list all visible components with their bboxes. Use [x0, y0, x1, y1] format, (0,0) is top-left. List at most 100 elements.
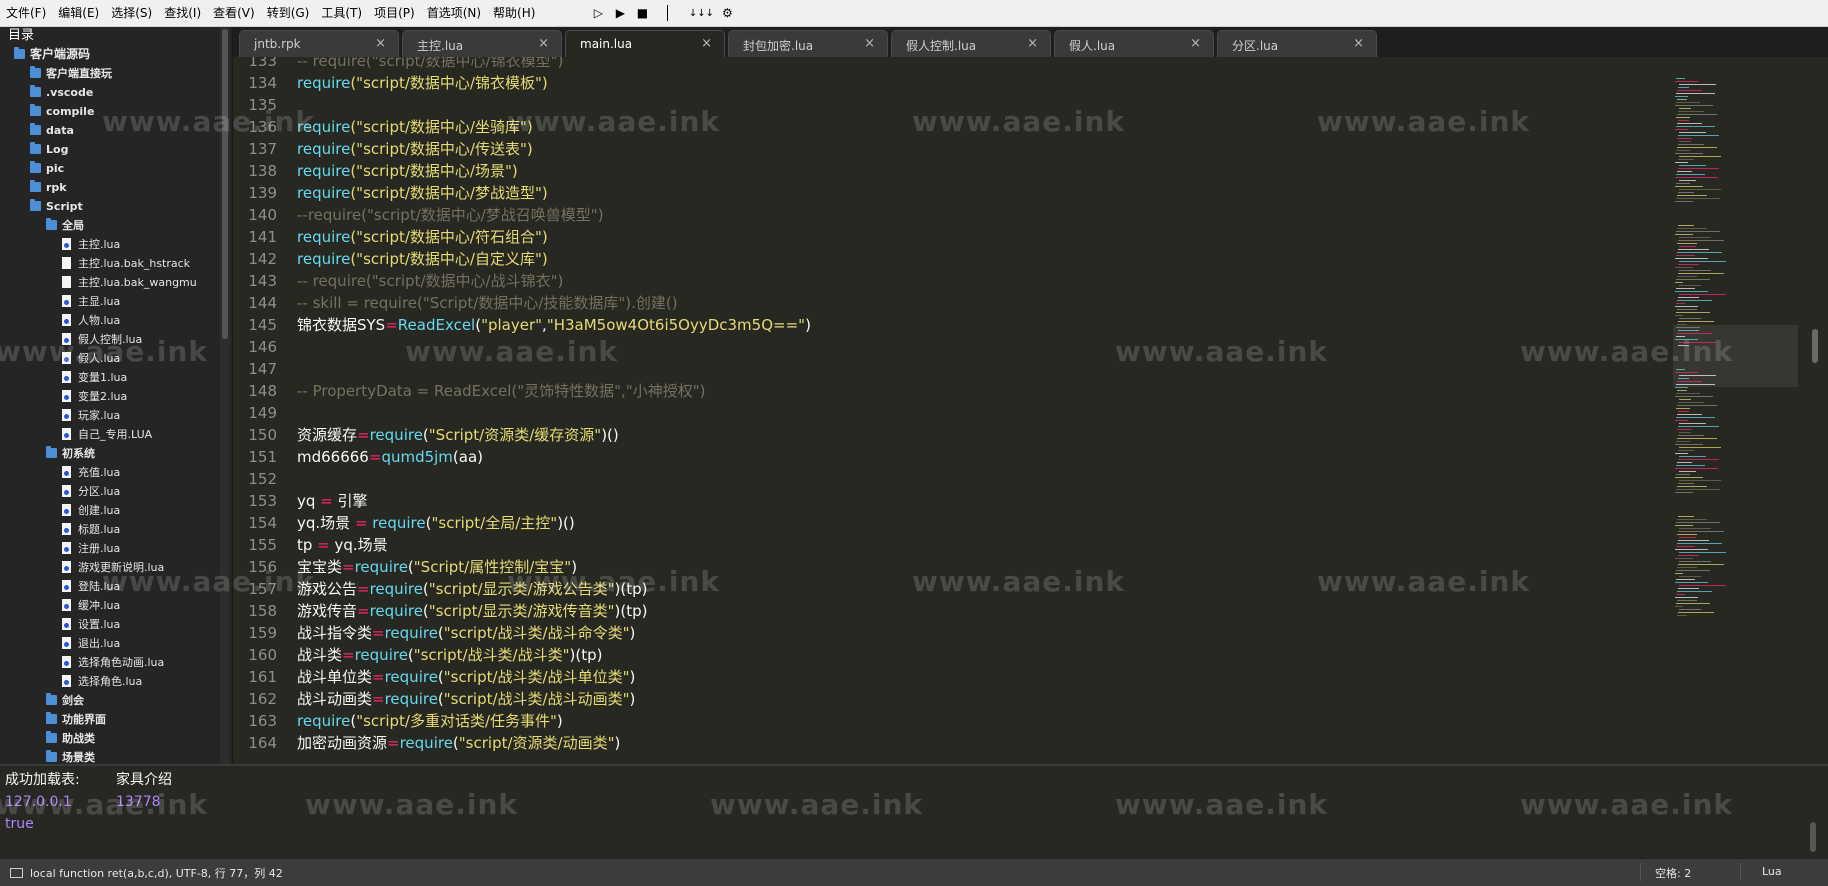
tree-folder[interactable]: 初系统	[0, 444, 232, 463]
menu-edit[interactable]: 编辑(E)	[52, 0, 105, 26]
tree-folder[interactable]: 全局	[0, 216, 232, 235]
code-line[interactable]: 151 md66666=qumd5jm(aa)	[233, 446, 1653, 468]
tree-folder[interactable]: 客户端直接玩	[0, 64, 232, 83]
tree-file[interactable]: 主控.lua.bak_hstrack	[0, 254, 232, 273]
tree-folder[interactable]: .vscode	[0, 83, 232, 102]
code-line[interactable]: 153 yq = 引擎	[233, 490, 1653, 512]
tree-folder[interactable]: data	[0, 121, 232, 140]
tree-file[interactable]: 人物.lua	[0, 311, 232, 330]
code-line[interactable]: 135	[233, 94, 1653, 116]
menu-select[interactable]: 选择(S)	[105, 0, 158, 26]
tree-file[interactable]: 选择角色动画.lua	[0, 653, 232, 672]
indentation-setting[interactable]: 空格: 2	[1655, 865, 1691, 881]
editor-tab[interactable]: main.lua ×	[565, 30, 725, 57]
run-icon[interactable]: ▷	[587, 6, 609, 20]
code-line[interactable]: 154 yq.场景 = require("script/全局/主控")()	[233, 512, 1653, 534]
tree-folder[interactable]: 剑会	[0, 691, 232, 710]
code-line[interactable]: 141 require("script/数据中心/符石组合")	[233, 226, 1653, 248]
code-line[interactable]: 143 -- require("script/数据中心/战斗锦衣")	[233, 270, 1653, 292]
close-icon[interactable]: ×	[1190, 36, 1201, 51]
panel-toggle-icon[interactable]	[10, 868, 23, 878]
syntax-setting[interactable]: Lua	[1762, 865, 1782, 878]
code-line[interactable]: 157 游戏公告=require("script/显示类/游戏公告类")(tp)	[233, 578, 1653, 600]
code-line[interactable]: 148 -- PropertyData = ReadExcel("灵饰特性数据",…	[233, 380, 1653, 402]
code-line[interactable]: 159 战斗指令类=require("script/战斗类/战斗命令类")	[233, 622, 1653, 644]
code-line[interactable]: 152	[233, 468, 1653, 490]
menu-view[interactable]: 查看(V)	[207, 0, 261, 26]
code-line[interactable]: 147	[233, 358, 1653, 380]
code-line[interactable]: 164 加密动画资源=require("script/资源类/动画类")	[233, 732, 1653, 754]
tree-file[interactable]: 假人控制.lua	[0, 330, 232, 349]
tree-file[interactable]: 设置.lua	[0, 615, 232, 634]
tree-file[interactable]: 变量2.lua	[0, 387, 232, 406]
code-line[interactable]: 134 require("script/数据中心/锦衣模板")	[233, 72, 1653, 94]
menu-preferences[interactable]: 首选项(N)	[421, 0, 487, 26]
tree-file[interactable]: 充值.lua	[0, 463, 232, 482]
tree-file[interactable]: 标题.lua	[0, 520, 232, 539]
tree-file[interactable]: 主显.lua	[0, 292, 232, 311]
code-line[interactable]: 155 tp = yq.场景	[233, 534, 1653, 556]
close-icon[interactable]: ×	[375, 36, 386, 51]
run-filled-icon[interactable]: ▶	[609, 6, 631, 20]
tree-folder[interactable]: 助战类	[0, 729, 232, 748]
code-line[interactable]: 161 战斗单位类=require("script/战斗类/战斗单位类")	[233, 666, 1653, 688]
minimap[interactable]	[1673, 57, 1793, 764]
code-line[interactable]: 150 资源缓存=require("Script/资源类/缓存资源")()	[233, 424, 1653, 446]
code-line[interactable]: 163 require("script/多重对话类/任务事件")	[233, 710, 1653, 732]
tree-folder[interactable]: Log	[0, 140, 232, 159]
code-line[interactable]: 156 宝宝类=require("Script/属性控制/宝宝")	[233, 556, 1653, 578]
code-line[interactable]: 140 --require("script/数据中心/梦战召唤兽模型")	[233, 204, 1653, 226]
code-line[interactable]: 139 require("script/数据中心/梦战造型")	[233, 182, 1653, 204]
code-line[interactable]: 158 游戏传音=require("script/显示类/游戏传音类")(tp)	[233, 600, 1653, 622]
code-editor[interactable]: 133 -- require("script/数据中心/锦衣模型") 134 requ…	[233, 57, 1828, 764]
code-line[interactable]: 145 锦衣数据SYS=ReadExcel("player","H3aM5ow4O…	[233, 314, 1653, 336]
tree-file[interactable]: 退出.lua	[0, 634, 232, 653]
tree-folder[interactable]: compile	[0, 102, 232, 121]
menu-find[interactable]: 查找(I)	[158, 0, 207, 26]
tree-file[interactable]: 缓冲.lua	[0, 596, 232, 615]
code-line[interactable]: 133 -- require("script/数据中心/锦衣模型")	[233, 57, 1653, 72]
close-icon[interactable]: ×	[538, 36, 549, 51]
tree-file[interactable]: 分区.lua	[0, 482, 232, 501]
editor-tab[interactable]: 假人控制.lua ×	[891, 30, 1051, 57]
tree-file[interactable]: 注册.lua	[0, 539, 232, 558]
tree-file[interactable]: 登陆.lua	[0, 577, 232, 596]
editor-scrollbar[interactable]	[1809, 57, 1821, 764]
step-icon[interactable]: ↓↓↓	[686, 8, 716, 19]
console-scrollbar[interactable]	[1810, 822, 1816, 852]
tree-file[interactable]: 主控.lua	[0, 235, 232, 254]
code-line[interactable]: 146	[233, 336, 1653, 358]
tree-folder[interactable]: rpk	[0, 178, 232, 197]
code-line[interactable]: 137 require("script/数据中心/传送表")	[233, 138, 1653, 160]
menu-goto[interactable]: 转到(G)	[261, 0, 316, 26]
tree-file[interactable]: 创建.lua	[0, 501, 232, 520]
editor-tab[interactable]: jntb.rpk ×	[239, 30, 399, 57]
close-icon[interactable]: ×	[701, 36, 712, 51]
sidebar-scrollbar[interactable]	[220, 27, 230, 764]
tree-folder[interactable]: 客户端源码	[0, 45, 232, 64]
tree-file[interactable]: 游戏更新说明.lua	[0, 558, 232, 577]
code-line[interactable]: 149	[233, 402, 1653, 424]
code-line[interactable]: 144 -- skill = require("Script/数据中心/技能数据库…	[233, 292, 1653, 314]
close-icon[interactable]: ×	[864, 36, 875, 51]
editor-tab[interactable]: 主控.lua ×	[402, 30, 562, 57]
tree-file[interactable]: 变量1.lua	[0, 368, 232, 387]
code-line[interactable]: 142 require("script/数据中心/自定义库")	[233, 248, 1653, 270]
tree-file[interactable]: 假人.lua	[0, 349, 232, 368]
editor-tab[interactable]: 分区.lua ×	[1217, 30, 1377, 57]
tree-file[interactable]: 选择角色.lua	[0, 672, 232, 691]
tree-folder[interactable]: Script	[0, 197, 232, 216]
tree-file[interactable]: 自己_专用.LUA	[0, 425, 232, 444]
tree-folder[interactable]: 场景类	[0, 748, 232, 764]
menu-tools[interactable]: 工具(T)	[315, 0, 368, 26]
tree-file[interactable]: 主控.lua.bak_wangmu	[0, 273, 232, 292]
menu-file[interactable]: 文件(F)	[0, 0, 52, 26]
menu-help[interactable]: 帮助(H)	[487, 0, 541, 26]
tree-folder[interactable]: pic	[0, 159, 232, 178]
close-icon[interactable]: ×	[1027, 36, 1038, 51]
editor-tab[interactable]: 封包加密.lua ×	[728, 30, 888, 57]
settings-icon[interactable]: ⚙	[716, 6, 738, 20]
code-line[interactable]: 138 require("script/数据中心/场景")	[233, 160, 1653, 182]
sidebar-scroll-thumb[interactable]	[222, 29, 228, 339]
code-line[interactable]: 136 require("script/数据中心/坐骑库")	[233, 116, 1653, 138]
